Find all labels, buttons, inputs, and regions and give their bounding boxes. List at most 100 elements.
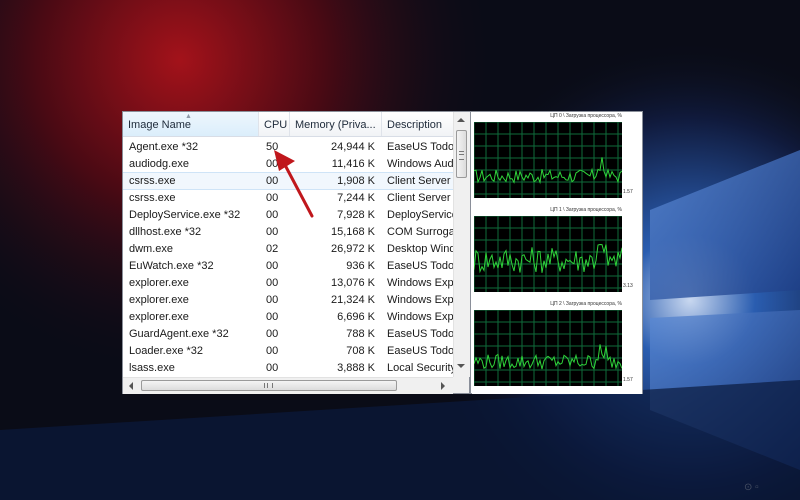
process-description: DeployService — [387, 209, 453, 221]
process-cpu: 00 — [266, 277, 279, 289]
table-row[interactable]: audiodg.exe 00 11,416 K Windows Aud — [123, 156, 453, 172]
table-row[interactable]: csrss.exe 00 7,244 K Client Server — [123, 190, 453, 206]
vertical-scroll-thumb[interactable] — [456, 130, 467, 178]
process-description: COM Surrogat — [387, 226, 453, 238]
process-cpu: 00 — [266, 175, 279, 187]
process-name: explorer.exe — [129, 311, 189, 323]
horizontal-scrollbar[interactable] — [123, 377, 453, 394]
table-row[interactable]: lsass.exe 00 3,888 K Local Security — [123, 360, 453, 376]
cpu-graph-0: ЦП 0 \ Загрузка процессора, % 1.57 — [472, 112, 642, 206]
process-cpu: 00 — [266, 345, 279, 357]
column-image-name-label: Image Name — [128, 119, 191, 131]
process-memory: 15,168 K — [330, 226, 375, 238]
process-cpu: 00 — [266, 209, 279, 221]
process-description: EaseUS Todo — [387, 328, 453, 340]
column-cpu-label: CPU — [264, 119, 288, 131]
process-description: Client Server — [387, 192, 451, 204]
cpu-graph-value: 1.57 — [623, 189, 633, 195]
cpu-graph-value: 1.57 — [623, 377, 633, 383]
process-name: dwm.exe — [129, 243, 174, 255]
process-memory: 11,416 K — [331, 158, 375, 170]
process-cpu: 00 — [266, 311, 279, 323]
table-row[interactable]: Loader.exe *32 00 708 K EaseUS Todo — [123, 343, 453, 359]
process-description: EaseUS Todo — [387, 260, 453, 272]
process-name: csrss.exe — [129, 192, 176, 204]
process-name: dllhost.exe *32 — [129, 226, 202, 238]
process-cpu: 00 — [266, 226, 279, 238]
cpu-graph-title: ЦП 2 \ Загрузка процессора, % — [550, 301, 622, 307]
table-row[interactable]: explorer.exe 00 21,324 K Windows Expl — [123, 292, 453, 308]
process-cpu: 00 — [266, 260, 279, 272]
process-name: DeployService.exe *32 — [129, 209, 241, 221]
scrollbar-corner — [453, 377, 469, 393]
process-name: GuardAgent.exe *32 — [129, 328, 229, 340]
sort-up-icon: ▲ — [185, 113, 192, 120]
process-description: Windows Expl — [387, 311, 453, 323]
table-row[interactable]: dllhost.exe *32 00 15,168 K COM Surrogat — [123, 224, 453, 240]
column-memory-label: Memory (Priva... — [295, 119, 376, 131]
cpu-load-line — [474, 216, 622, 292]
process-name: explorer.exe — [129, 277, 189, 289]
process-description: Windows Aud — [387, 158, 453, 170]
column-description[interactable]: Description — [382, 112, 453, 136]
grip-icon — [459, 151, 464, 160]
process-name: EuWatch.exe *32 — [129, 260, 214, 272]
cpu-load-series — [474, 344, 622, 370]
process-memory: 936 K — [346, 260, 375, 272]
process-name: lsass.exe — [129, 362, 175, 374]
process-name: csrss.exe — [129, 175, 176, 187]
horizontal-scroll-thumb[interactable] — [141, 380, 397, 391]
process-description: Local Security — [387, 362, 453, 374]
process-cpu: 00 — [266, 158, 279, 170]
process-name: explorer.exe — [129, 294, 189, 306]
process-memory: 1,908 K — [337, 175, 375, 187]
scroll-up-icon[interactable] — [457, 118, 465, 122]
cpu-load-series — [474, 243, 622, 274]
column-memory[interactable]: Memory (Priva... — [290, 112, 382, 136]
scroll-left-icon[interactable] — [129, 382, 133, 390]
process-name: Loader.exe *32 — [129, 345, 204, 357]
cpu-load-line — [474, 122, 622, 198]
cpu-graph-title: ЦП 0 \ Загрузка процессора, % — [550, 113, 622, 119]
watermark-icon: ⊙ ▫ — [744, 482, 759, 493]
cpu-load-line — [474, 310, 622, 386]
cpu-graph-title: ЦП 1 \ Загрузка процессора, % — [550, 207, 622, 213]
cpu-graph-plot — [474, 122, 622, 198]
cpu-graph-plot — [474, 216, 622, 292]
scroll-right-icon[interactable] — [441, 382, 445, 390]
process-memory: 7,244 K — [337, 192, 375, 204]
cpu-graphs-panel: ЦП 0 \ Загрузка процессора, % 1.57 ЦП 1 … — [470, 111, 643, 394]
column-header-row: Image Name ▲ CPU Memory (Priva... Descri… — [123, 112, 453, 137]
table-row[interactable]: EuWatch.exe *32 00 936 K EaseUS Todo — [123, 258, 453, 274]
process-cpu: 00 — [266, 362, 279, 374]
column-description-label: Description — [387, 119, 443, 131]
process-description: Desktop Wind — [387, 243, 453, 255]
process-name: Agent.exe *32 — [129, 141, 199, 153]
process-cpu: 00 — [266, 328, 279, 340]
scroll-down-icon[interactable] — [457, 364, 465, 368]
process-description: EaseUS Todo — [387, 345, 453, 357]
process-memory: 708 K — [346, 345, 375, 357]
table-row[interactable]: DeployService.exe *32 00 7,928 K DeployS… — [123, 207, 453, 223]
table-row[interactable]: dwm.exe 02 26,972 K Desktop Wind — [123, 241, 453, 257]
table-row[interactable]: GuardAgent.exe *32 00 788 K EaseUS Todo — [123, 326, 453, 342]
process-memory: 3,888 K — [337, 362, 375, 374]
process-description: Windows Expl — [387, 277, 453, 289]
process-memory: 788 K — [346, 328, 375, 340]
grip-icon — [264, 383, 273, 388]
column-cpu[interactable]: CPU — [259, 112, 290, 136]
table-row[interactable]: Agent.exe *32 50 24,944 K EaseUS Todo — [123, 139, 453, 155]
vertical-scrollbar[interactable] — [453, 112, 470, 377]
table-row-selected[interactable]: csrss.exe 00 1,908 K Client Server — [123, 172, 453, 190]
process-memory: 13,076 K — [330, 277, 375, 289]
table-row[interactable]: explorer.exe 00 13,076 K Windows Expl — [123, 275, 453, 291]
cpu-graph-value: 3.13 — [623, 283, 633, 289]
column-image-name[interactable]: Image Name ▲ — [123, 112, 259, 136]
process-list-window: Image Name ▲ CPU Memory (Priva... Descri… — [122, 111, 470, 394]
process-name: audiodg.exe — [129, 158, 189, 170]
process-cpu: 00 — [266, 192, 279, 204]
process-cpu: 00 — [266, 294, 279, 306]
table-row[interactable]: explorer.exe 00 6,696 K Windows Expl — [123, 309, 453, 325]
process-description: Windows Expl — [387, 294, 453, 306]
process-memory: 6,696 K — [337, 311, 375, 323]
